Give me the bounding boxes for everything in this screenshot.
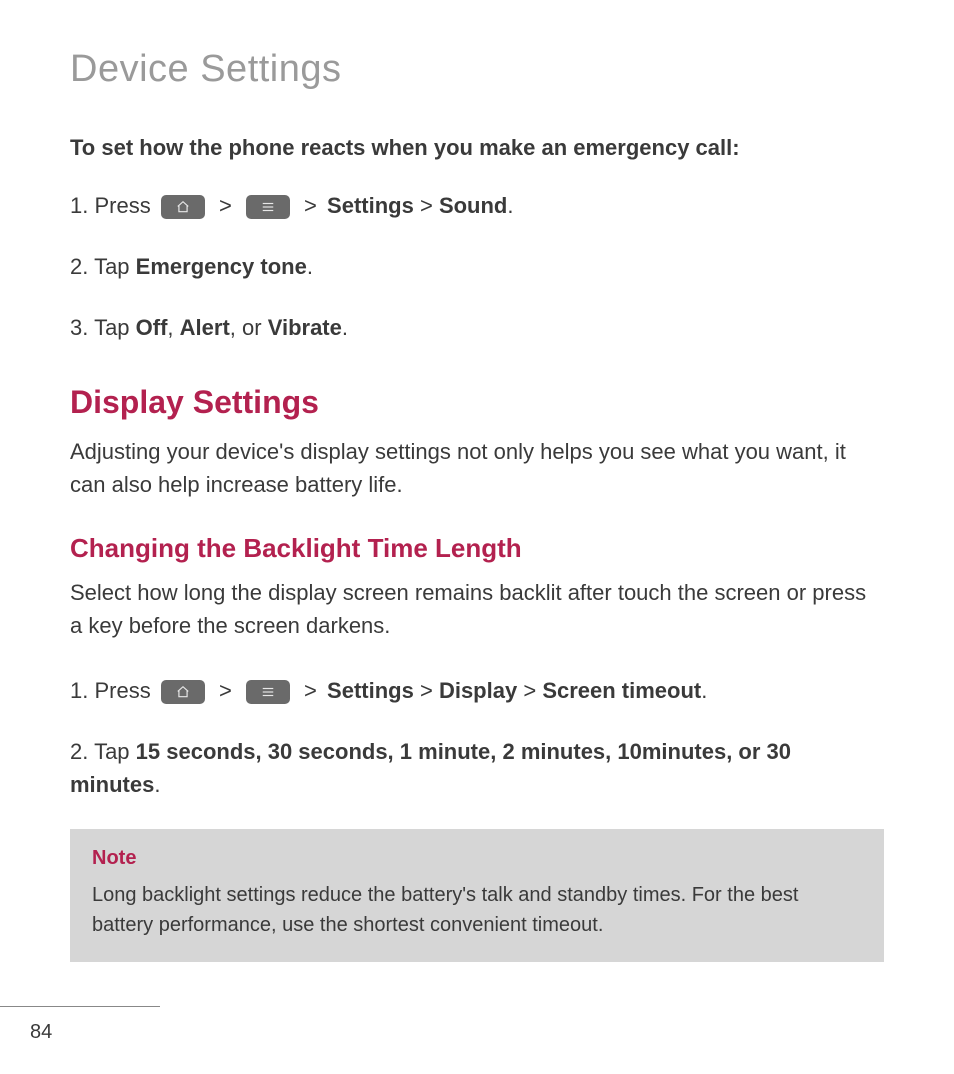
period-3: . [342, 315, 348, 340]
bl-settings-label: Settings [327, 678, 414, 703]
step-1-prefix: 1. Press [70, 193, 157, 218]
backlight-step-2: 2. Tap 15 seconds, 30 seconds, 1 minute,… [70, 735, 884, 801]
page-title: Device Settings [70, 48, 884, 91]
menu-icon [246, 680, 290, 704]
step-3: 3. Tap Off, Alert, or Vibrate. [70, 311, 884, 344]
page-number: 84 [0, 1021, 954, 1044]
comma-2: , or [230, 315, 268, 340]
step-2-prefix: 2. Tap [70, 254, 136, 279]
home-icon [161, 680, 205, 704]
step-1: 1. Press > > Settings > Sound. [70, 189, 884, 222]
backlight-step-1: 1. Press > > Settings > Display > Screen… [70, 674, 884, 707]
bl-step-1-prefix: 1. Press [70, 678, 157, 703]
intro-heading: To set how the phone reacts when you mak… [70, 135, 884, 161]
period-1: . [507, 193, 513, 218]
bl-period-1: . [701, 678, 707, 703]
note-box: Note Long backlight settings reduce the … [70, 829, 884, 962]
display-settings-para: Adjusting your device's display settings… [70, 435, 884, 501]
backlight-heading: Changing the Backlight Time Length [70, 533, 884, 564]
step-2: 2. Tap Emergency tone. [70, 250, 884, 283]
bl-timeout-label: Screen timeout [542, 678, 701, 703]
bl-period-2: . [154, 772, 160, 797]
bl-gt-4: > [523, 678, 536, 703]
backlight-para: Select how long the display screen remai… [70, 576, 884, 642]
sound-label: Sound [439, 193, 507, 218]
bl-step-2-prefix: 2. Tap [70, 739, 136, 764]
off-label: Off [136, 315, 168, 340]
display-settings-heading: Display Settings [70, 384, 884, 421]
home-icon [161, 195, 205, 219]
emergency-tone-label: Emergency tone [136, 254, 307, 279]
gt-3: > [420, 193, 433, 218]
note-title: Note [92, 847, 862, 870]
comma-1: , [167, 315, 179, 340]
settings-label: Settings [327, 193, 414, 218]
alert-label: Alert [180, 315, 230, 340]
step-3-prefix: 3. Tap [70, 315, 136, 340]
gt-2: > [304, 189, 317, 222]
gt-1: > [219, 189, 232, 222]
bl-times-label: 15 seconds, 30 seconds, 1 minute, 2 minu… [70, 739, 791, 797]
page-footer: 84 [0, 1006, 954, 1044]
menu-icon [246, 195, 290, 219]
bl-gt-3: > [420, 678, 433, 703]
vibrate-label: Vibrate [268, 315, 342, 340]
bl-gt-1: > [219, 674, 232, 707]
bl-display-label: Display [439, 678, 517, 703]
period-2: . [307, 254, 313, 279]
note-body: Long backlight settings reduce the batte… [92, 880, 862, 940]
footer-divider [0, 1006, 160, 1007]
bl-gt-2: > [304, 674, 317, 707]
